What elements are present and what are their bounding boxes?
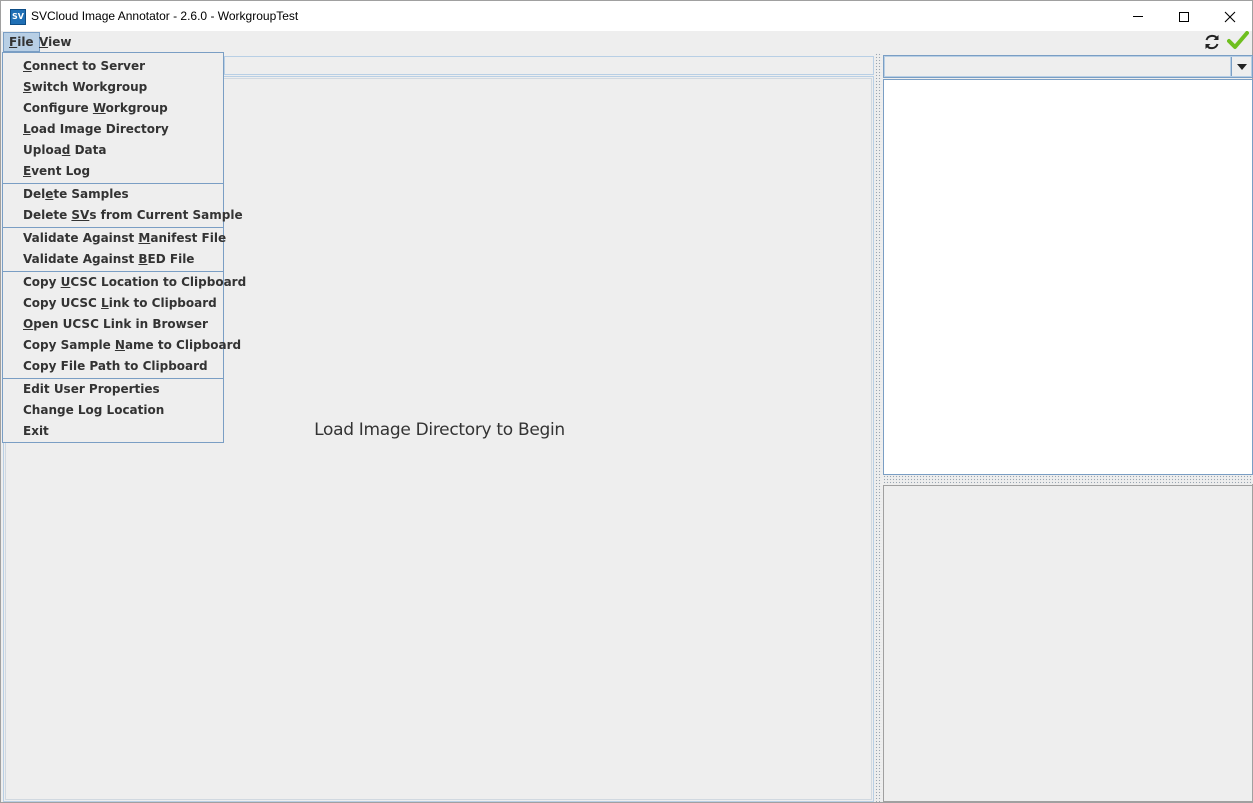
file-menu-item[interactable]: Change Log Location: [23, 400, 164, 421]
file-menu-item[interactable]: Connect to Server: [23, 56, 145, 77]
file-menu-item[interactable]: Copy Sample Name to Clipboard: [23, 335, 241, 356]
close-button[interactable]: [1207, 1, 1253, 32]
file-menu-item[interactable]: Copy File Path to Clipboard: [23, 356, 208, 377]
sv-list[interactable]: [883, 79, 1253, 475]
maximize-button[interactable]: [1161, 1, 1207, 32]
maximize-icon: [1179, 11, 1189, 22]
details-panel: [883, 485, 1253, 802]
file-menu-item[interactable]: Delete SVs from Current Sample: [23, 205, 243, 226]
file-menu-item[interactable]: Copy UCSC Link to Clipboard: [23, 293, 217, 314]
file-menu-item[interactable]: Copy UCSC Location to Clipboard: [23, 272, 246, 293]
title-bar: SV SVCloud Image Annotator - 2.6.0 - Wor…: [0, 0, 1253, 31]
file-menu-item[interactable]: Configure Workgroup: [23, 98, 168, 119]
vertical-splitter[interactable]: [875, 53, 882, 802]
image-toolbar-strip: [224, 56, 874, 75]
file-menu-item[interactable]: Edit User Properties: [23, 379, 160, 400]
file-menu-item[interactable]: Delete Samples: [23, 184, 129, 205]
file-menu-item[interactable]: Exit: [23, 421, 49, 442]
check-icon: [1227, 31, 1249, 49]
file-menu-item[interactable]: Open UCSC Link in Browser: [23, 314, 208, 335]
sample-combobox[interactable]: [883, 55, 1253, 78]
file-menu-item[interactable]: Event Log: [23, 161, 90, 182]
app-icon: SV: [10, 9, 26, 25]
file-menu-item[interactable]: Load Image Directory: [23, 119, 169, 140]
file-menu-item[interactable]: Validate Against BED File: [23, 249, 194, 270]
file-menu-dropdown: Connect to Server Switch Workgroup Configu…: [2, 52, 246, 443]
combobox-arrow-button[interactable]: [1231, 57, 1251, 76]
combobox-field[interactable]: [885, 57, 1230, 76]
window-title: SVCloud Image Annotator - 2.6.0 - Workgr…: [31, 9, 299, 23]
refresh-icon[interactable]: [1202, 32, 1222, 52]
file-menu-item[interactable]: Switch Workgroup: [23, 77, 147, 98]
minimize-button[interactable]: [1115, 1, 1161, 32]
file-menu-item[interactable]: Validate Against Manifest File: [23, 228, 226, 249]
chevron-down-icon: [1236, 63, 1247, 70]
menu-bar: File View: [0, 31, 1253, 53]
horizontal-splitter[interactable]: [883, 475, 1253, 484]
minimize-icon: [1133, 16, 1143, 17]
close-icon: [1224, 11, 1236, 22]
menu-view[interactable]: View: [34, 32, 76, 52]
file-menu-item[interactable]: Upload Data: [23, 140, 106, 161]
